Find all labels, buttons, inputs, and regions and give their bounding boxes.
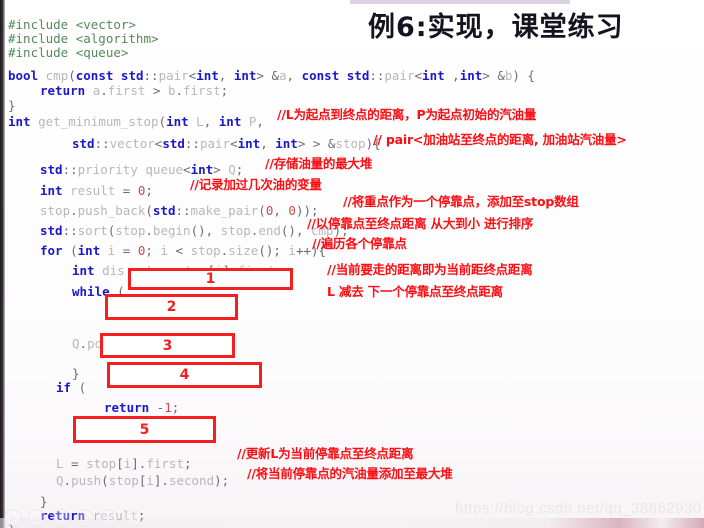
slide-page: 例6:实现，课堂练习 #include <vector> #include <al… — [0, 0, 704, 528]
code-line: int get_minimum_stop(int L, int P, — [8, 114, 264, 129]
annotation-comment: //L为起点到终点的距离，P为起点初始的汽油量 — [277, 107, 537, 122]
pointer-icon[interactable]: ⌖ — [4, 509, 22, 527]
code-line: L = stop[i].first; — [56, 456, 192, 471]
title-underline-accent — [350, 0, 570, 4]
annotation-comment: //将重点作为一个停靠点，添加至stop数组 — [343, 194, 579, 209]
code-line: #include <algorithm> — [8, 31, 159, 46]
answer-blank-box-5[interactable]: 5 — [73, 416, 216, 443]
annotation-comment: //记录加过几次油的变量 — [190, 177, 322, 192]
code-line: return -1; — [104, 400, 180, 415]
present-icon[interactable]: ⎙ — [76, 509, 94, 527]
answer-blank-box-4[interactable]: 4 — [107, 362, 262, 388]
code-line: } — [40, 494, 48, 509]
code-line: if ( — [56, 380, 87, 395]
answer-blank-box-2[interactable]: 2 — [105, 294, 238, 320]
annotation-comment: //更新L为当前停靠点至终点距离 — [237, 446, 414, 461]
slide-toolbar[interactable]: ⌖ ▷ ✎ ⎙ ⌕ ⋯ — [4, 509, 142, 527]
code-line: #include <vector> — [8, 17, 136, 32]
code-line: Q.push(stop[i].second); — [56, 473, 230, 488]
code-line: std::vector<std::pair<int, int> > &stop)… — [72, 136, 381, 151]
code-line: } — [8, 98, 16, 113]
annotation-comment: //将当前停靠点的汽油量添加至最大堆 — [247, 466, 453, 481]
code-line: #include <queue> — [8, 45, 129, 60]
annotation-comment: //以停靠点至终点距离 从大到小 进行排序 — [307, 216, 534, 231]
more-icon[interactable]: ⋯ — [124, 509, 142, 527]
code-line: } — [72, 366, 80, 381]
annotation-comment: //存储油量的最大堆 — [265, 156, 373, 171]
annotation-comment: //当前要走的距离即为当前距终点距离 — [327, 262, 533, 277]
code-line: for (int i = 0; i < stop.size(); i++){ — [40, 243, 327, 258]
annotation-comment: // pair<加油站至终点的距离, 加油站汽油量> — [373, 132, 627, 147]
annotation-comment: //遍历各个停靠点 — [312, 236, 407, 251]
answer-blank-box-1[interactable]: 1 — [128, 268, 293, 290]
zoom-icon[interactable]: ⌕ — [100, 509, 118, 527]
code-line: std::sort(stop.begin(), stop.end(), cmp)… — [40, 223, 349, 238]
code-line: return a.first > b.first; — [40, 83, 229, 98]
pen-icon[interactable]: ✎ — [52, 509, 70, 527]
watermark: https://blog.csdn.net/qq_38662930 — [455, 500, 702, 517]
answer-blank-box-3[interactable]: 3 — [100, 333, 235, 358]
annotation-comment: L 减去 下一个停靠点至终点距离 — [327, 284, 503, 299]
code-line: int result = 0; — [40, 183, 153, 198]
code-line: bool cmp(const std::pair<int, int> &a, c… — [8, 68, 535, 83]
code-line: stop.push_back(std::make_pair(0, 0)); — [40, 203, 319, 218]
play-icon[interactable]: ▷ — [28, 509, 46, 527]
